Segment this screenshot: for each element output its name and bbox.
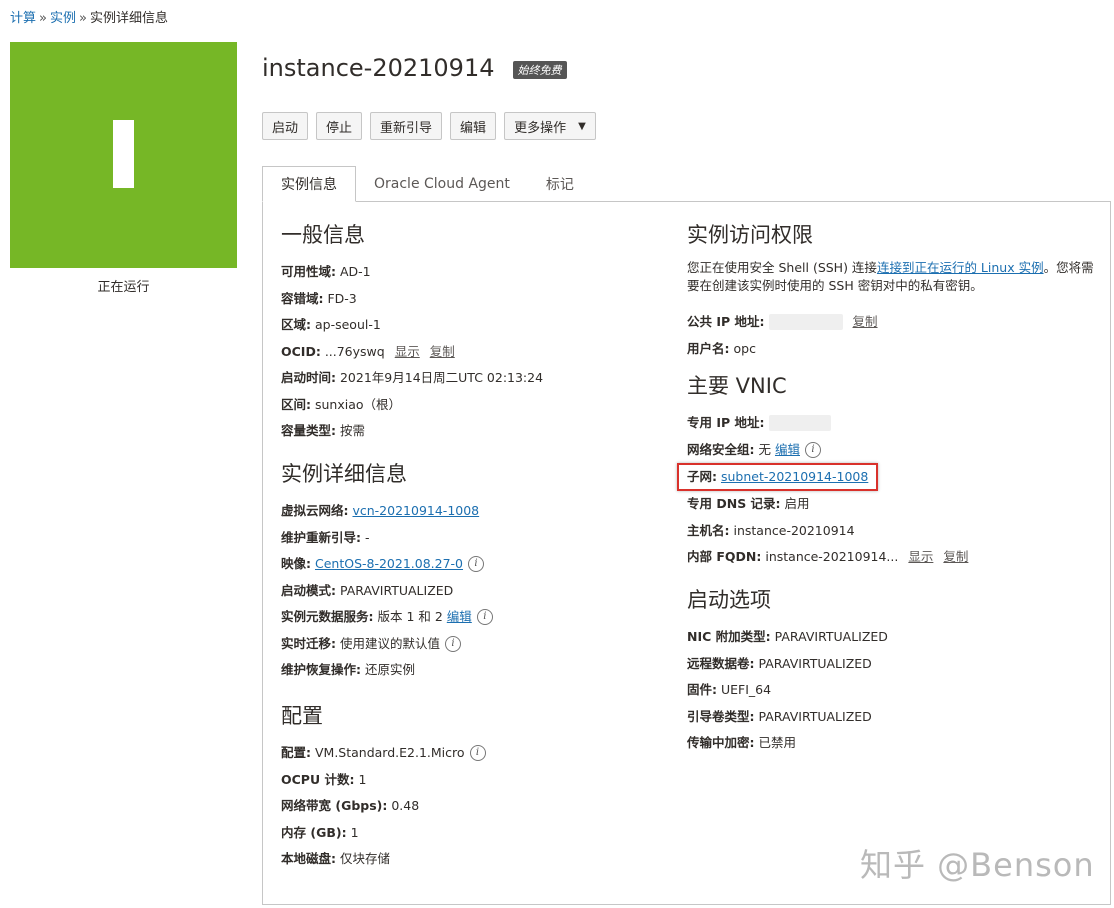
availability-domain-row: 可用性域: AD-1 — [281, 264, 371, 279]
ocid-row: OCID: ...76yswq 显示 复制 — [281, 339, 661, 366]
username-row: 用户名: opc — [687, 340, 756, 356]
firmware-row: 固件: UEFI_64 — [687, 682, 772, 697]
image-row: 映像: CentOS-8-2021.08.27-0 i — [281, 551, 661, 578]
instance-details-title: 实例详细信息 — [281, 462, 407, 486]
caret-down-icon: ▼ — [578, 120, 586, 132]
private-ip-row: 专用 IP 地址: — [687, 410, 1097, 437]
breadcrumb-current: 实例详细信息 — [89, 11, 168, 26]
access-description: 您正在使用安全 Shell (SSH) 连接连接到正在运行的 Linux 实例。… — [687, 260, 1094, 293]
status-text: 正在运行 — [97, 280, 150, 295]
page-title: instance-20210914 — [262, 54, 495, 82]
capacity-type-row: 容量类型: 按需 — [281, 423, 365, 438]
general-info-title: 一般信息 — [281, 223, 365, 247]
nsg-row: 网络安全组: 无 编辑 i — [687, 437, 1097, 464]
maintenance-reboot-row: 维护重新引导: - — [281, 529, 370, 545]
ocid-show-link[interactable]: 显示 — [395, 339, 420, 366]
info-icon[interactable]: i — [469, 745, 486, 762]
launch-options-title: 启动选项 — [687, 588, 771, 612]
stop-button[interactable]: 停止 — [316, 112, 363, 140]
in-transit-encryption-row: 传输中加密: 已禁用 — [687, 735, 796, 750]
nsg-edit-link[interactable]: 编辑 — [775, 437, 800, 464]
vcn-row: 虚拟云网络: vcn-20210914-1008 — [281, 498, 661, 525]
public-ip-copy-link[interactable]: 复制 — [853, 309, 878, 336]
info-icon[interactable]: i — [476, 609, 493, 626]
instance-info-panel: 一般信息 可用性域: AD-1 容错域: FD-3 区域: ap-seoul-1… — [262, 201, 1111, 905]
fault-domain-row: 容错域: FD-3 — [281, 290, 357, 306]
local-disk-row: 本地磁盘: 仅块存储 — [281, 851, 390, 866]
breadcrumb: 计算» 实例» 实例详细信息 — [10, 7, 168, 26]
tab-oracle-cloud-agent[interactable]: Oracle Cloud Agent — [356, 166, 528, 202]
remote-volume-row: 远程数据卷: PARAVIRTUALIZED — [687, 655, 872, 671]
launch-mode-row: 启动模式: PARAVIRTUALIZED — [281, 582, 454, 598]
compartment-row: 区间: sunxiao（根） — [281, 396, 402, 412]
masked-public-ip — [768, 314, 843, 331]
hostname-row: 主机名: instance-20210914 — [687, 522, 855, 538]
instance-status-tile — [10, 42, 237, 268]
vcn-link[interactable]: vcn-20210914-1008 — [352, 498, 479, 525]
breadcrumb-sep: » — [39, 11, 47, 26]
breadcrumb-sep: » — [79, 11, 87, 26]
live-migration-row: 实时迁移: 使用建议的默认值 i — [281, 631, 661, 658]
metadata-service-row: 实例元数据服务: 版本 1 和 2 编辑 i — [281, 604, 661, 631]
subnet-row: 子网: subnet-20210914-1008 — [677, 463, 1097, 491]
breadcrumb-compute[interactable]: 计算 — [10, 11, 36, 26]
subnet-link[interactable]: subnet-20210914-1008 — [721, 469, 868, 484]
ocpu-row: OCPU 计数: 1 — [281, 771, 367, 787]
always-free-badge: 始终免费 — [512, 61, 567, 79]
fqdn-copy-link[interactable]: 复制 — [943, 544, 968, 571]
tabs: 实例信息 Oracle Cloud Agent 标记 — [262, 166, 592, 202]
tab-instance-info[interactable]: 实例信息 — [262, 166, 356, 202]
edit-button[interactable]: 编辑 — [450, 112, 497, 140]
title-row: instance-20210914 始终免费 — [262, 54, 567, 82]
masked-private-ip — [768, 415, 831, 432]
instance-letter-icon — [113, 120, 134, 188]
shape-row: 配置: VM.Standard.E2.1.Micro i — [281, 740, 661, 767]
public-ip-row: 公共 IP 地址: 复制 — [687, 309, 1097, 336]
watermark: 知乎 @Benson — [860, 846, 1095, 884]
instance-access-title: 实例访问权限 — [687, 223, 813, 247]
tab-tags[interactable]: 标记 — [528, 166, 592, 202]
breadcrumb-instances[interactable]: 实例 — [50, 11, 76, 26]
metadata-edit-link[interactable]: 编辑 — [447, 604, 472, 631]
launched-row: 启动时间: 2021年9月14日周二UTC 02:13:24 — [281, 370, 544, 385]
memory-row: 内存 (GB): 1 — [281, 824, 359, 840]
more-actions-label: 更多操作 — [514, 120, 567, 136]
image-link[interactable]: CentOS-8-2021.08.27-0 — [315, 551, 463, 578]
primary-vnic-title: 主要 VNIC — [687, 374, 787, 398]
info-icon[interactable]: i — [445, 635, 461, 652]
fqdn-show-link[interactable]: 显示 — [908, 544, 933, 571]
nic-type-row: NIC 附加类型: PARAVIRTUALIZED — [687, 629, 888, 644]
connect-linux-link[interactable]: 连接到正在运行的 Linux 实例 — [877, 260, 1044, 275]
more-actions-button[interactable]: 更多操作 ▼ — [504, 112, 596, 140]
action-toolbar: 启动 停止 重新引导 编辑 更多操作 ▼ — [262, 112, 604, 140]
bandwidth-row: 网络带宽 (Gbps): 0.48 — [281, 798, 420, 813]
recovery-action-row: 维护恢复操作: 还原实例 — [281, 662, 415, 677]
info-icon[interactable]: i — [468, 556, 485, 573]
boot-volume-row: 引导卷类型: PARAVIRTUALIZED — [687, 708, 872, 724]
reboot-button[interactable]: 重新引导 — [370, 112, 443, 140]
info-icon[interactable]: i — [805, 441, 821, 458]
private-dns-row: 专用 DNS 记录: 启用 — [687, 496, 810, 511]
start-button[interactable]: 启动 — [262, 112, 309, 140]
region-row: 区域: ap-seoul-1 — [281, 317, 381, 332]
config-title: 配置 — [281, 704, 323, 728]
ocid-copy-link[interactable]: 复制 — [430, 339, 455, 366]
subnet-highlight-box: 子网: subnet-20210914-1008 — [677, 463, 879, 491]
fqdn-row: 内部 FQDN: instance-20210914... 显示 复制 — [687, 544, 1097, 571]
